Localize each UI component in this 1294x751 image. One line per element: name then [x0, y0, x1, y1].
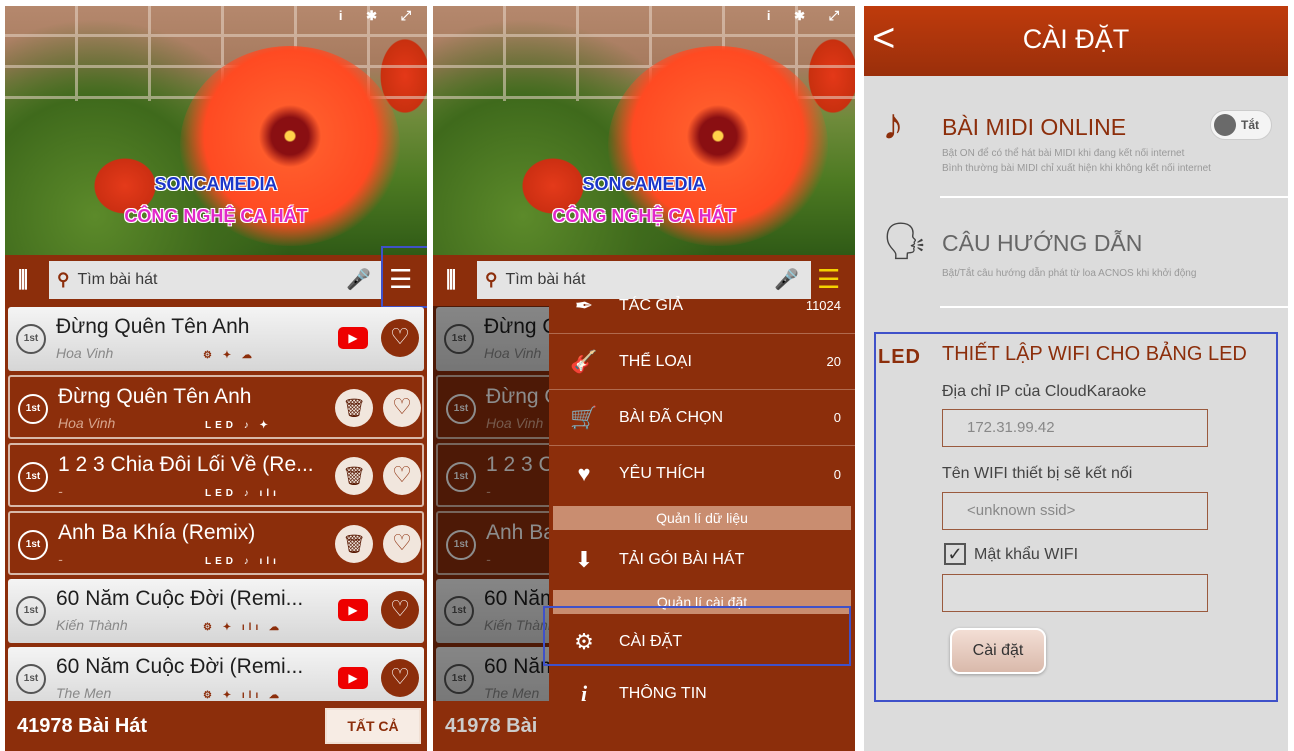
search-placeholder: Tìm bài hát: [77, 271, 158, 288]
favorite-heart-icon[interactable]: ♡: [381, 659, 419, 697]
all-button[interactable]: TẤT CẢ: [325, 708, 421, 744]
song-tags: LED ♪ ✦: [205, 420, 272, 431]
hero-image: i ✱ ⤢ SONCAMEDIA CÔNG NGHỆ CA HÁT: [433, 6, 855, 255]
favorite-heart-icon[interactable]: ♡: [381, 319, 419, 357]
guide-title: CÂU HƯỚNG DẪN: [942, 230, 1143, 256]
rank-icon: 1st: [16, 596, 46, 626]
drawer-item-selected[interactable]: 🛒 BÀI ĐÃ CHỌN 0: [549, 390, 855, 446]
song-artist: Hoa Vinh: [58, 415, 116, 431]
toolbar: ⫼ ⚲ Tìm bài hát 🎤 ☰: [5, 255, 427, 305]
cart-icon: 🛒: [570, 404, 598, 430]
song-count: 41978 Bài: [445, 714, 538, 737]
song-count: 41978 Bài Hát: [17, 714, 148, 737]
midi-desc-2: Bình thường bài MIDI chỉ xuất hiện khi k…: [942, 163, 1211, 174]
song-title: Đừng Quên Tên Anh: [58, 385, 252, 408]
trash-icon[interactable]: 🗑: [335, 525, 373, 563]
rank-icon: 1st: [18, 530, 48, 560]
midi-toggle[interactable]: Tắt: [1210, 110, 1272, 140]
trash-icon[interactable]: 🗑: [335, 457, 373, 495]
song-artist: -: [58, 483, 63, 499]
song-artist: The Men: [56, 685, 112, 701]
pen-icon: ✒: [574, 292, 594, 318]
search-icon: ⚲: [57, 270, 70, 289]
speaking-head-icon: 🗣: [882, 220, 928, 261]
favorite-heart-icon[interactable]: ♡: [383, 525, 421, 563]
toggle-knob: [1214, 114, 1236, 136]
settings-screen: < CÀI ĐẶT ♪ BÀI MIDI ONLINE Bật ON để có…: [864, 6, 1288, 751]
search-input[interactable]: ⚲ Tìm bài hát 🎤: [49, 261, 383, 299]
rank-icon: 1st: [18, 462, 48, 492]
song-title: 60 Năm Cuộc Đời (Remi...: [56, 655, 304, 678]
song-row[interactable]: 1st Đừng Quên Tên Anh Hoa Vinh LED ♪ ✦ 🗑 ♡: [8, 375, 424, 439]
footer-bar: 41978 Bài: [433, 701, 855, 751]
guitar-icon: 🎸: [570, 348, 598, 374]
highlight-box: [543, 606, 851, 666]
song-title: 60 Năm Cuộc Đời (Remi...: [56, 587, 304, 610]
music-note-icon: ♪: [882, 100, 904, 149]
song-row[interactable]: 1st 60 Năm Cuộc Đời (Remi... Kiến Thành ⚙ ✦…: [8, 579, 424, 643]
rank-icon: 1st: [18, 394, 48, 424]
song-tags: LED ♪ ılı: [205, 488, 280, 499]
song-row[interactable]: 1st 1 2 3 Chia Đôi Lối Về (Re... - LED ♪ ıl…: [8, 443, 424, 507]
brand-text: SONCAMEDIA: [154, 174, 278, 194]
song-title: Đừng Quên Tên Anh: [56, 315, 250, 338]
divider: [940, 196, 1288, 198]
youtube-icon[interactable]: ▶: [338, 327, 368, 349]
hero-image: i ✱ ⤢ SONCAMEDIA CÔNG NGHỆ CA HÁT: [5, 6, 427, 255]
song-tags: ⚙ ✦ ılı ☁: [203, 690, 284, 701]
trash-icon[interactable]: 🗑: [335, 389, 373, 427]
song-artist: Hoa Vinh: [56, 345, 114, 361]
settings-header: < CÀI ĐẶT: [864, 6, 1288, 76]
youtube-icon[interactable]: ▶: [338, 599, 368, 621]
youtube-icon[interactable]: ▶: [338, 667, 368, 689]
song-artist: -: [58, 551, 63, 567]
equalizer-icon[interactable]: ⫼: [5, 267, 41, 293]
guide-desc: Bật/Tắt câu hướng dẫn phát từ loa ACNOS …: [942, 268, 1197, 279]
equalizer-icon[interactable]: ⫼: [433, 267, 469, 293]
tagline-text: CÔNG NGHỆ CA HÁT: [124, 206, 308, 226]
status-icons: i ✱ ⤢: [338, 8, 421, 23]
page-title: CÀI ĐẶT: [1022, 24, 1130, 54]
favorite-heart-icon[interactable]: ♡: [383, 389, 421, 427]
favorite-heart-icon[interactable]: ♡: [381, 591, 419, 629]
guide-setting[interactable]: 🗣 CÂU HƯỚNG DẪN Bật/Tắt câu hướng dẫn ph…: [864, 216, 1288, 296]
highlight-box: [381, 246, 427, 308]
song-title: 1 2 3 Chia Đôi Lối Về (Re...: [58, 453, 314, 476]
search-icon: ⚲: [485, 270, 498, 289]
side-drawer: ✒ TÁC GIẢ 11024 🎸 THỂ LOẠI 20 🛒 BÀI ĐÃ C…: [549, 293, 855, 751]
song-list: 1st Đừng Quên Tên Anh Hoa Vinh ⚙ ✦ ☁ ▶ ♡ 1st Đừ…: [5, 306, 427, 715]
divider: [940, 306, 1288, 308]
heart-icon: ♥: [577, 461, 591, 486]
song-title: Anh Ba Khía (Remix): [58, 521, 256, 544]
rank-icon: 1st: [16, 664, 46, 694]
midi-title: BÀI MIDI ONLINE: [942, 114, 1127, 140]
status-icons: i ✱ ⤢: [766, 8, 849, 23]
song-list-screen: i ✱ ⤢ SONCAMEDIA CÔNG NGHỆ CA HÁT ⫼ ⚲ Tì…: [5, 6, 427, 751]
rank-icon: 1st: [16, 324, 46, 354]
song-row[interactable]: 1st Anh Ba Khía (Remix) - LED ♪ ılı 🗑 ♡: [8, 511, 424, 575]
footer-bar: 41978 Bài Hát TẤT CẢ: [5, 701, 427, 751]
section-data-header: Quản lí dữ liệu: [553, 506, 851, 530]
song-tags: ⚙ ✦ ☁: [203, 350, 256, 361]
microphone-icon[interactable]: 🎤: [346, 267, 371, 292]
menu-screen: i ✱ ⤢ SONCAMEDIA CÔNG NGHỆ CA HÁT ⫼ ⚲ Tì…: [433, 6, 855, 751]
song-row[interactable]: 1st Đừng Quên Tên Anh Hoa Vinh ⚙ ✦ ☁ ▶ ♡: [8, 307, 424, 371]
drawer-item-author[interactable]: ✒ TÁC GIẢ 11024: [549, 278, 855, 334]
drawer-item-genre[interactable]: 🎸 THỂ LOẠI 20: [549, 334, 855, 390]
favorite-heart-icon[interactable]: ♡: [383, 457, 421, 495]
download-icon: ⬇: [574, 547, 594, 572]
drawer-item-download[interactable]: ⬇ TẢI GÓI BÀI HÁT: [549, 532, 855, 588]
drawer-item-favorite[interactable]: ♥ YÊU THÍCH 0: [549, 446, 855, 502]
brand-text: SONCAMEDIA: [582, 174, 706, 194]
tagline-text: CÔNG NGHỆ CA HÁT: [552, 206, 736, 226]
song-tags: LED ♪ ılı: [205, 556, 280, 567]
song-tags: ⚙ ✦ ılı ☁: [203, 622, 284, 633]
song-artist: Kiến Thành: [56, 617, 128, 633]
highlight-box: [874, 332, 1278, 702]
midi-desc-1: Bật ON để có thể hát bài MIDI khi đang k…: [942, 148, 1185, 159]
